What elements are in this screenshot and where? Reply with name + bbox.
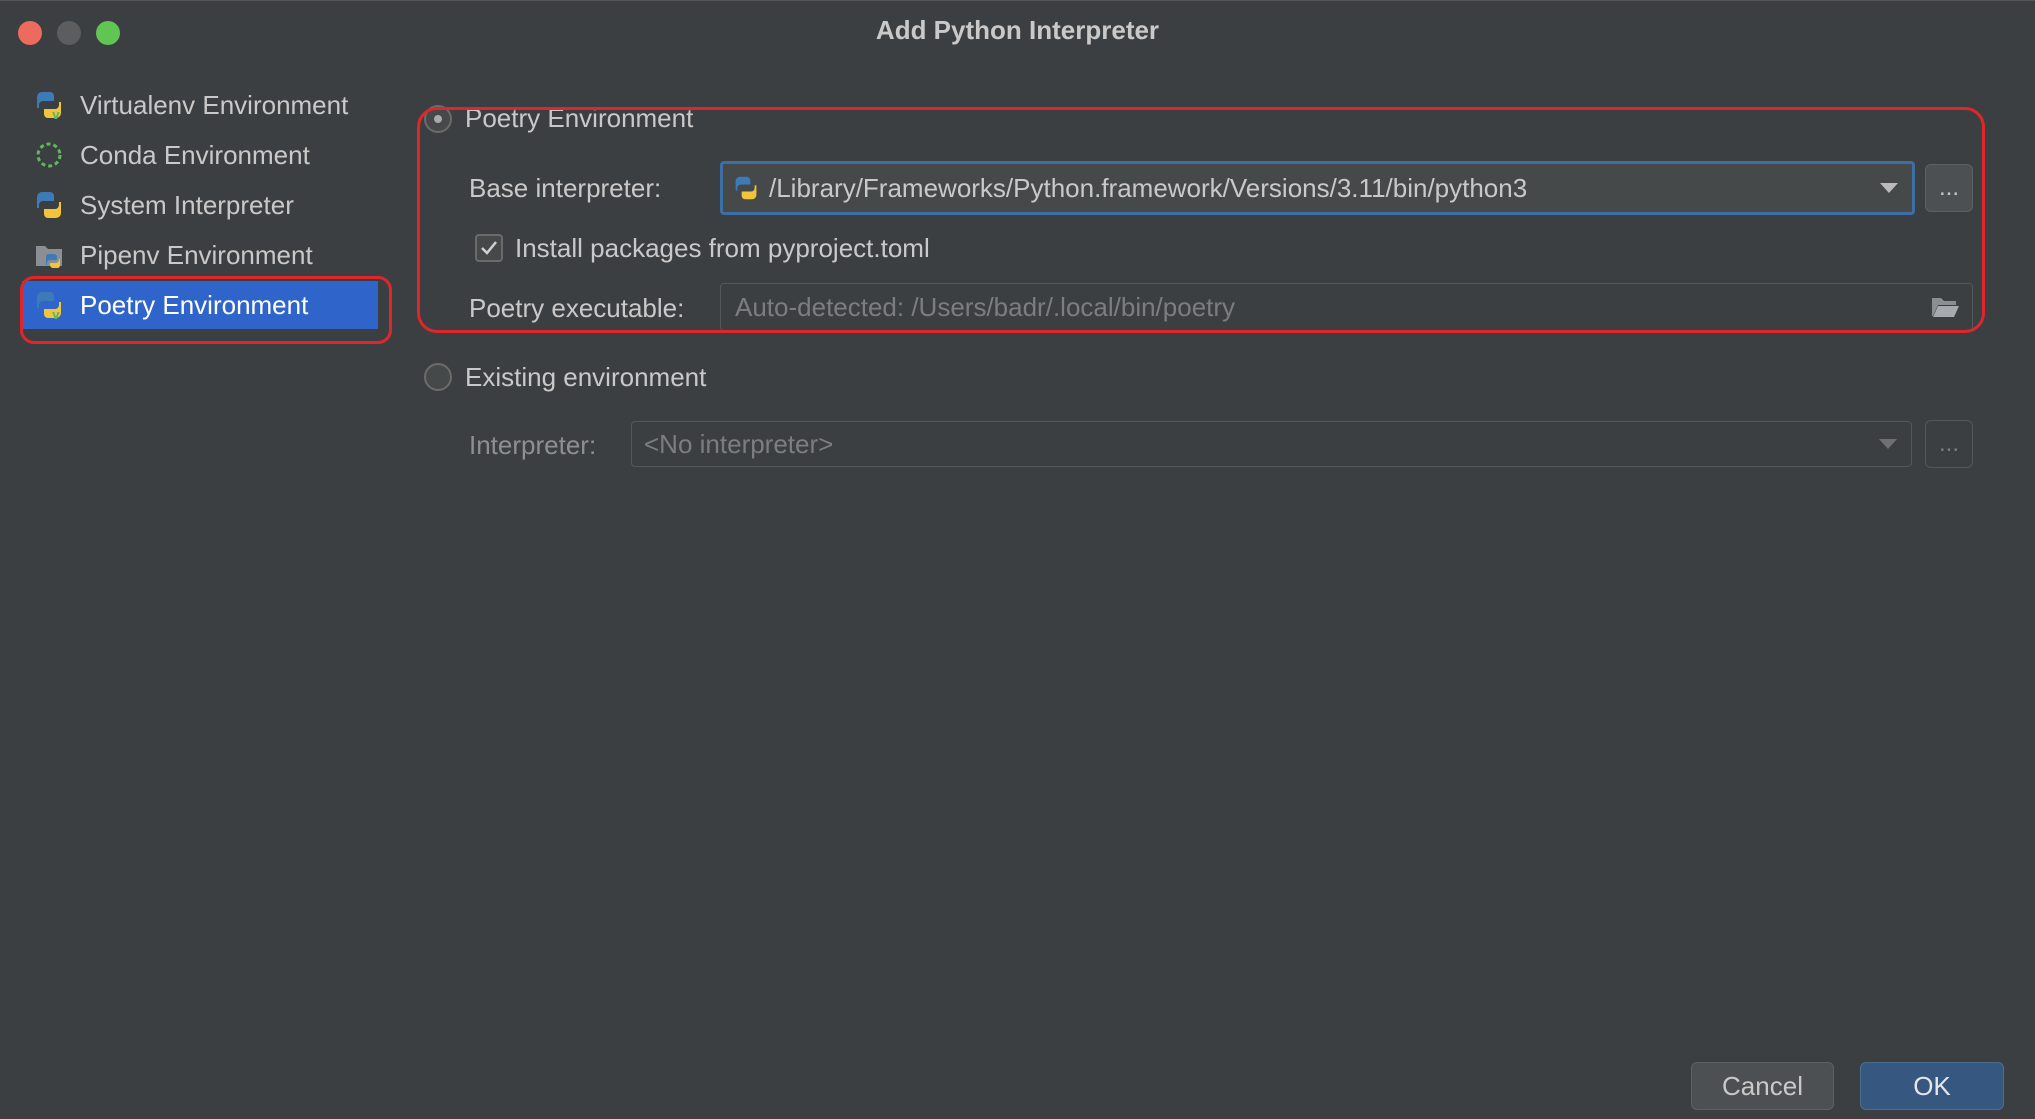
annotation-highlight-poetry-section bbox=[417, 107, 1985, 333]
python-virtualenv-icon: v bbox=[34, 90, 64, 120]
sidebar-item-system[interactable]: System Interpreter bbox=[22, 181, 378, 229]
annotation-highlight-sidebar bbox=[20, 276, 392, 344]
sidebar-item-virtualenv[interactable]: v Virtualenv Environment bbox=[22, 81, 378, 129]
dialog-title: Add Python Interpreter bbox=[875, 15, 1160, 45]
interpreter-label: Interpreter: bbox=[469, 430, 597, 460]
interpreter-dropdown[interactable]: <No interpreter> bbox=[631, 421, 1912, 467]
browse-interpreter-button[interactable]: ... bbox=[1925, 420, 1973, 468]
conda-icon bbox=[34, 140, 64, 170]
title-bar: Add Python Interpreter bbox=[0, 1, 2035, 65]
sidebar-item-label: Virtualenv Environment bbox=[80, 89, 349, 120]
sidebar-item-label: System Interpreter bbox=[80, 189, 294, 220]
sidebar-item-label: Conda Environment bbox=[80, 139, 310, 170]
existing-environment-radio[interactable] bbox=[424, 363, 452, 391]
interpreter-value: <No interpreter> bbox=[644, 428, 834, 459]
add-python-interpreter-dialog: Add Python Interpreter v Virtualenv Envi… bbox=[0, 0, 2035, 1119]
pipenv-icon bbox=[34, 240, 64, 270]
svg-text:v: v bbox=[52, 108, 60, 120]
python-icon bbox=[34, 190, 64, 220]
cancel-button[interactable]: Cancel bbox=[1691, 1062, 1834, 1110]
chevron-down-icon bbox=[1879, 439, 1897, 449]
sidebar-item-pipenv[interactable]: Pipenv Environment bbox=[22, 231, 378, 279]
ok-button[interactable]: OK bbox=[1860, 1062, 2004, 1110]
sidebar-item-label: Pipenv Environment bbox=[80, 239, 313, 270]
existing-environment-label: Existing environment bbox=[465, 362, 707, 392]
sidebar-item-conda[interactable]: Conda Environment bbox=[22, 131, 378, 179]
